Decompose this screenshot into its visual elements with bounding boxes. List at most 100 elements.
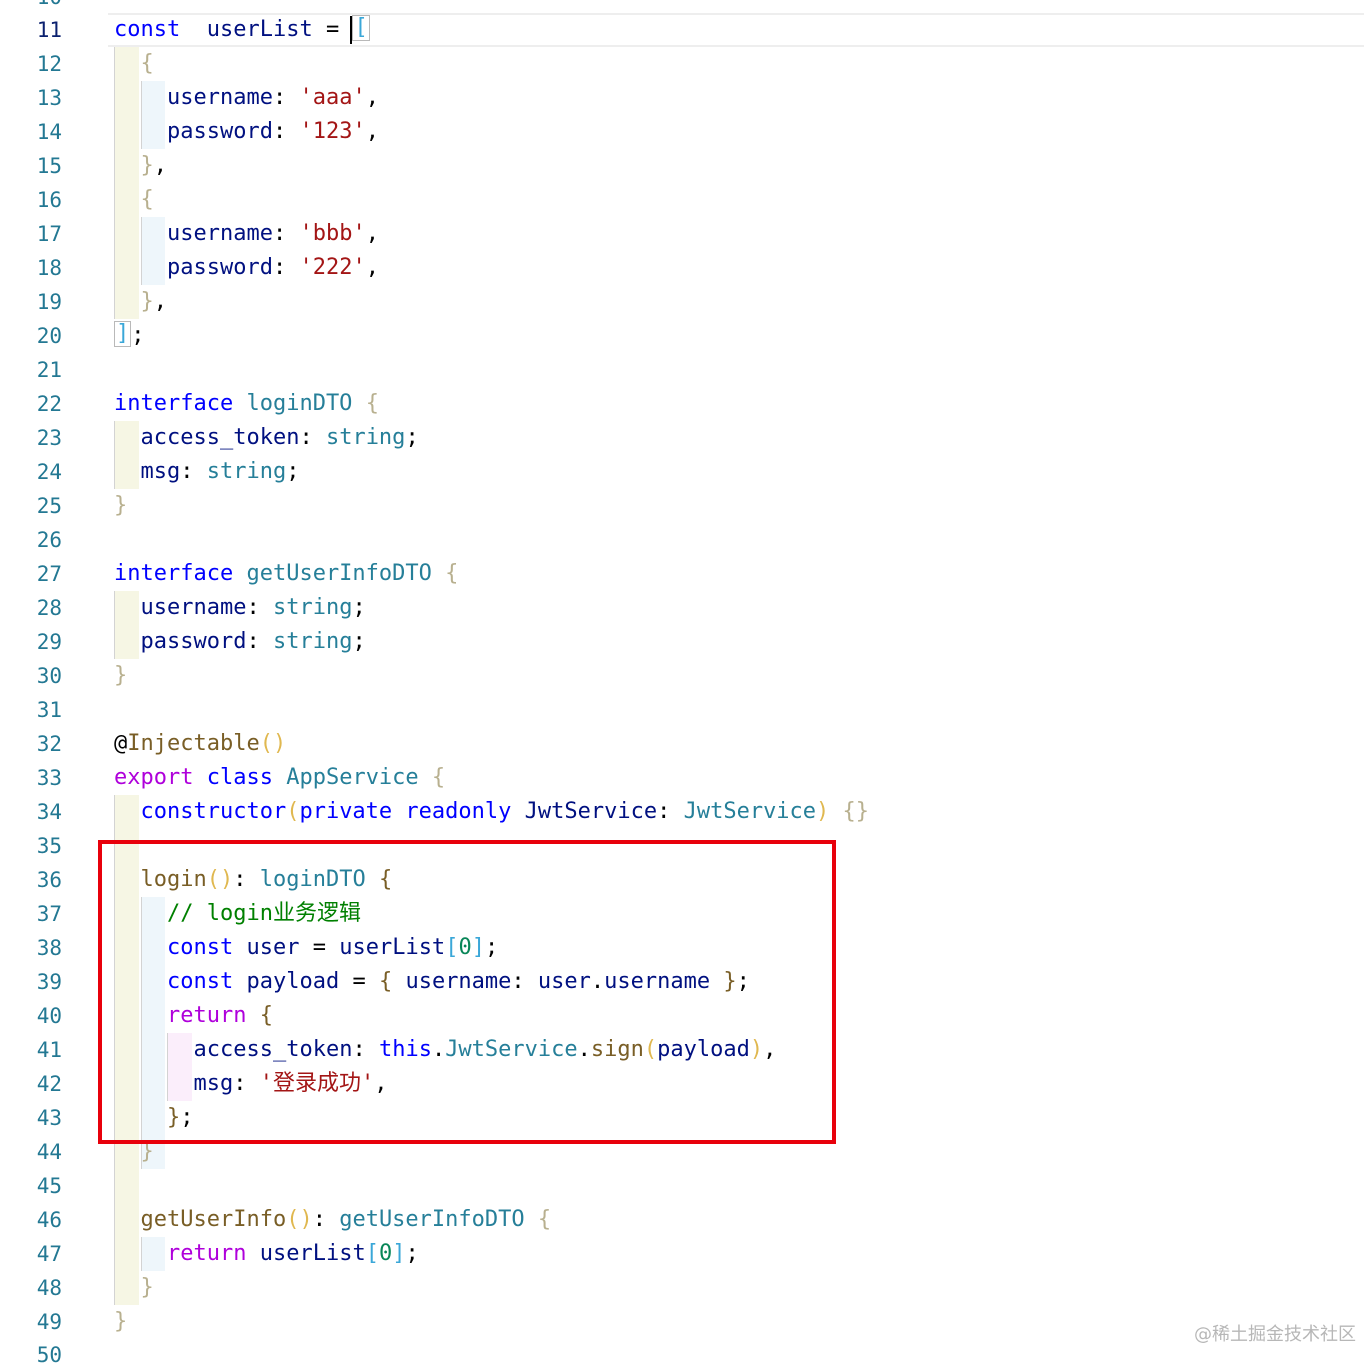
- code-text: username: 'aaa',: [167, 81, 379, 115]
- code-line: 16 {: [0, 183, 1364, 217]
- code-text: @Injectable(): [114, 727, 286, 761]
- line-number: 23: [36, 426, 62, 450]
- code-text: }: [114, 489, 127, 523]
- code-text: password: '123',: [167, 115, 379, 149]
- code-line: 14 password: '123',: [0, 115, 1364, 149]
- line-number: 46: [36, 1208, 62, 1232]
- line-number: 12: [36, 52, 62, 76]
- code-token: username: [167, 221, 273, 246]
- line-number: 25: [36, 494, 62, 518]
- code-token: ]: [114, 321, 132, 347]
- code-token: [: [352, 15, 370, 41]
- code-token: ,: [365, 255, 379, 280]
- code-token: getUserInfoDTO: [339, 1207, 525, 1232]
- code-editor[interactable]: 10 11const userList = [12{13username: 'a…: [0, 0, 1364, 1367]
- code-token: userList: [206, 17, 313, 42]
- line-number-partial-top: 10: [0, 0, 62, 14]
- code-token: ): [816, 799, 830, 824]
- code-line: 25}: [0, 489, 1364, 523]
- line-number-partial-bottom: 50: [36, 1343, 62, 1367]
- code-token: username: [167, 85, 273, 110]
- code-text: },: [141, 285, 168, 319]
- code-token: }: [114, 493, 128, 518]
- code-token: @: [114, 731, 128, 756]
- code-text: ];: [114, 319, 145, 353]
- code-token: '123': [299, 119, 366, 144]
- code-token: ;: [286, 459, 300, 484]
- code-line: 30}: [0, 659, 1364, 693]
- line-number: 24: [36, 460, 62, 484]
- line-number: 28: [36, 596, 62, 620]
- code-token: ;: [352, 629, 366, 654]
- line-number: 45: [36, 1174, 62, 1198]
- code-token: }: [114, 1309, 128, 1334]
- code-token: const: [114, 17, 181, 42]
- code-token: }: [140, 153, 154, 178]
- line-number: 42: [36, 1072, 62, 1096]
- code-line: 13 username: 'aaa',: [0, 81, 1364, 115]
- code-token: JwtService: [524, 799, 658, 824]
- code-line: 27 interface getUserInfoDTO {: [0, 557, 1364, 591]
- code-line: 19},: [0, 285, 1364, 319]
- code-token: return: [167, 1241, 247, 1266]
- code-token: {}: [842, 799, 870, 824]
- line-number: 17: [36, 222, 62, 246]
- line-number: 15: [36, 154, 62, 178]
- code-text: username: string;: [141, 591, 366, 625]
- line-number: 48: [36, 1276, 62, 1300]
- code-line: 21: [0, 353, 1364, 387]
- line-number: 44: [36, 1140, 62, 1164]
- code-token: ]: [392, 1241, 406, 1266]
- code-text: interface loginDTO {: [114, 387, 379, 421]
- code-text: return userList[0];: [167, 1237, 419, 1271]
- code-token: ;: [131, 323, 145, 348]
- code-token: {: [431, 765, 446, 790]
- code-token: :: [246, 629, 273, 654]
- line-number: 36: [36, 868, 62, 892]
- code-token: :: [657, 799, 684, 824]
- code-text: access_token: string;: [141, 421, 419, 455]
- code-line: 33 export class AppService {: [0, 761, 1364, 795]
- code-token: :: [312, 1207, 340, 1232]
- code-token: {: [445, 561, 459, 586]
- code-token: userList: [259, 1241, 366, 1266]
- code-token: :: [246, 595, 273, 620]
- code-line: 23 access_token: string;: [0, 421, 1364, 455]
- code-text: password: '222',: [167, 251, 379, 285]
- line-number: 40: [36, 1004, 62, 1028]
- code-text: interface getUserInfoDTO {: [114, 557, 458, 591]
- line-number: 13: [36, 86, 62, 110]
- code-line: 47 return userList[0];: [0, 1237, 1364, 1271]
- code-line: 28 username: string;: [0, 591, 1364, 625]
- code-token: (: [286, 799, 300, 824]
- code-token: 'bbb': [299, 221, 366, 246]
- line-number: 26: [36, 528, 62, 552]
- code-token: AppService: [286, 765, 419, 790]
- code-token: string: [325, 425, 406, 450]
- code-token: class: [206, 765, 273, 790]
- code-token: [: [365, 1241, 379, 1266]
- code-line: 17 username: 'bbb',: [0, 217, 1364, 251]
- code-token: export: [114, 765, 194, 790]
- code-token: ;: [405, 425, 419, 450]
- line-number: 49: [36, 1310, 62, 1334]
- code-token: {: [537, 1207, 552, 1232]
- code-token: :: [272, 221, 300, 246]
- code-token: JwtService: [683, 799, 817, 824]
- code-token: private: [299, 799, 393, 824]
- code-token: ,: [365, 85, 379, 110]
- code-token: string: [272, 595, 353, 620]
- line-number: 37: [36, 902, 62, 926]
- code-line: 32 @Injectable(): [0, 727, 1364, 761]
- code-token: access_token: [140, 425, 300, 450]
- code-text: {: [141, 183, 154, 217]
- watermark: @稀土掘金技术社区: [1194, 1324, 1356, 1345]
- code-line: 22 interface loginDTO {: [0, 387, 1364, 421]
- code-line: 12 {: [0, 47, 1364, 81]
